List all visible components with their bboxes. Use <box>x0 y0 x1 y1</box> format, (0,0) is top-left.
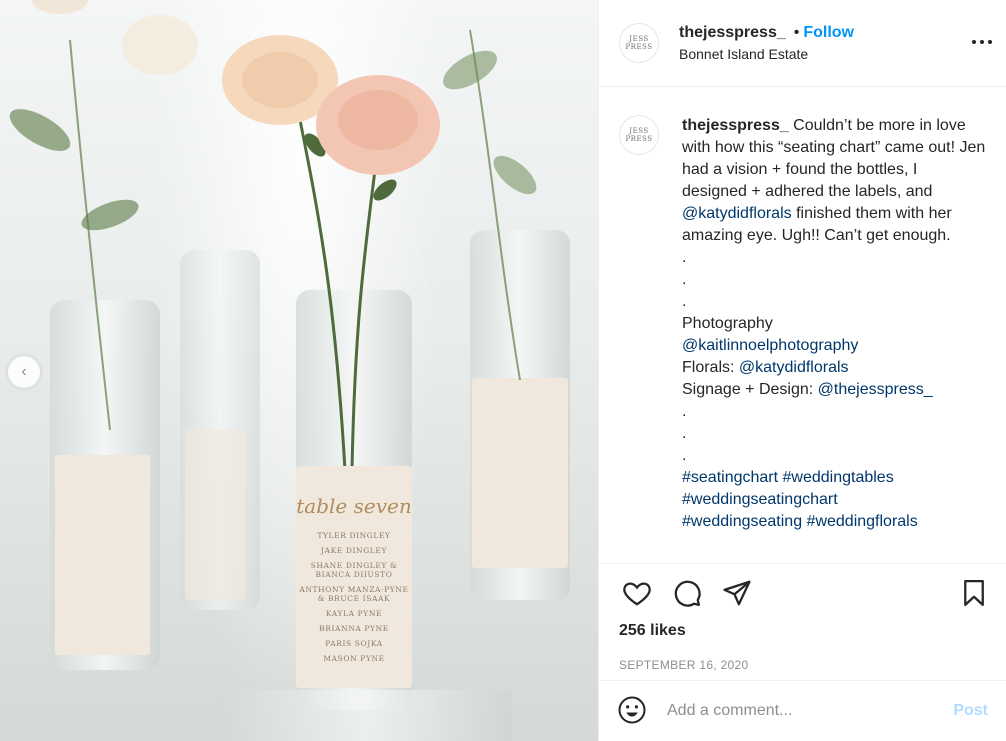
avatar-logo-text: PRESS <box>625 135 653 143</box>
table-card-name: JAKE DINGLEY <box>320 546 388 555</box>
caption-body: . . . <box>682 403 687 464</box>
caption-username[interactable]: thejesspress_ <box>682 117 789 134</box>
table-card-name: BRIANNA PYNE <box>319 624 389 633</box>
table-card-name: SHANE DINGLEY & BIANCA DIIUSTO <box>310 561 398 579</box>
avatar[interactable]: JESS PRESS <box>619 23 659 63</box>
action-icons <box>619 564 986 622</box>
more-options-icon[interactable] <box>970 30 994 60</box>
post-comment-button[interactable]: Post <box>953 702 988 720</box>
post-actions: 256 likes SEPTEMBER 16, 2020 <box>599 563 1006 680</box>
caption-body: Florals: <box>682 359 735 376</box>
emoji-icon[interactable] <box>617 695 649 727</box>
follow-button[interactable]: Follow <box>803 24 854 42</box>
table-card-name: TYLER DINGLEY <box>317 531 391 540</box>
post-date[interactable]: SEPTEMBER 16, 2020 <box>619 658 986 672</box>
heart-icon[interactable] <box>619 575 655 611</box>
comment-icon[interactable] <box>669 575 705 611</box>
table-card-name: MASON PYNE <box>323 654 385 663</box>
share-icon[interactable] <box>719 575 755 611</box>
glass-block <box>222 690 512 741</box>
caption-body: Signage + Design: <box>682 381 814 398</box>
comments-section[interactable]: JESS PRESS thejesspress_ Couldn’t be mor… <box>599 87 1006 563</box>
post-side-panel: JESS PRESS thejesspress_ • Follow Bonnet… <box>598 0 1006 741</box>
hashtag-link[interactable]: #weddingseating #weddingflorals <box>682 513 918 530</box>
post-photo[interactable]: table seven TYLER DINGLEY JAKE DINGLEY S… <box>0 0 598 741</box>
table-card-name: PARIS SOJKA <box>325 639 383 648</box>
table-card-title: table seven <box>296 494 412 518</box>
post-author: thejesspress_ • Follow Bonnet Island Est… <box>679 24 854 62</box>
avatar-logo-text: JESS <box>629 127 649 135</box>
post-header: JESS PRESS thejesspress_ • Follow Bonnet… <box>599 0 1006 87</box>
separator-dot: • <box>793 24 800 41</box>
avatar-logo-text: JESS <box>629 35 649 43</box>
table-card: table seven TYLER DINGLEY JAKE DINGLEY S… <box>296 466 412 688</box>
carousel-prev-button[interactable]: ‹ <box>8 356 40 388</box>
mention-link[interactable]: @kaitlinnoelphotography <box>682 337 858 354</box>
bookmark-icon[interactable] <box>956 575 992 611</box>
avatar[interactable]: JESS PRESS <box>619 115 659 155</box>
mention-link[interactable]: @thejesspress_ <box>818 381 933 398</box>
mention-link[interactable]: @katydidflorals <box>739 359 849 376</box>
chevron-left-icon: ‹ <box>21 363 27 380</box>
table-card-name: KAYLA PYNE <box>325 609 383 618</box>
caption-comment: JESS PRESS thejesspress_ Couldn’t be mor… <box>619 115 986 533</box>
author-username[interactable]: thejesspress_ <box>679 24 786 42</box>
caption-text: thejesspress_ Couldn’t be more in love w… <box>682 115 986 533</box>
avatar-logo-text: PRESS <box>625 43 653 51</box>
hashtag-link[interactable]: #weddingseatingchart <box>682 491 838 508</box>
comment-input[interactable] <box>667 702 954 720</box>
post-location[interactable]: Bonnet Island Estate <box>679 46 854 62</box>
add-comment-bar: Post <box>599 680 1006 741</box>
mention-link[interactable]: @katydidflorals <box>682 205 792 222</box>
table-card-name: ANTHONY MANZA-PYNE & BRUCE ISAAK <box>299 585 409 603</box>
caption-body: finished them with her amazing eye. Ugh!… <box>682 205 952 332</box>
like-count[interactable]: 256 likes <box>619 622 986 640</box>
hashtag-link[interactable]: #seatingchart #weddingtables <box>682 469 894 486</box>
